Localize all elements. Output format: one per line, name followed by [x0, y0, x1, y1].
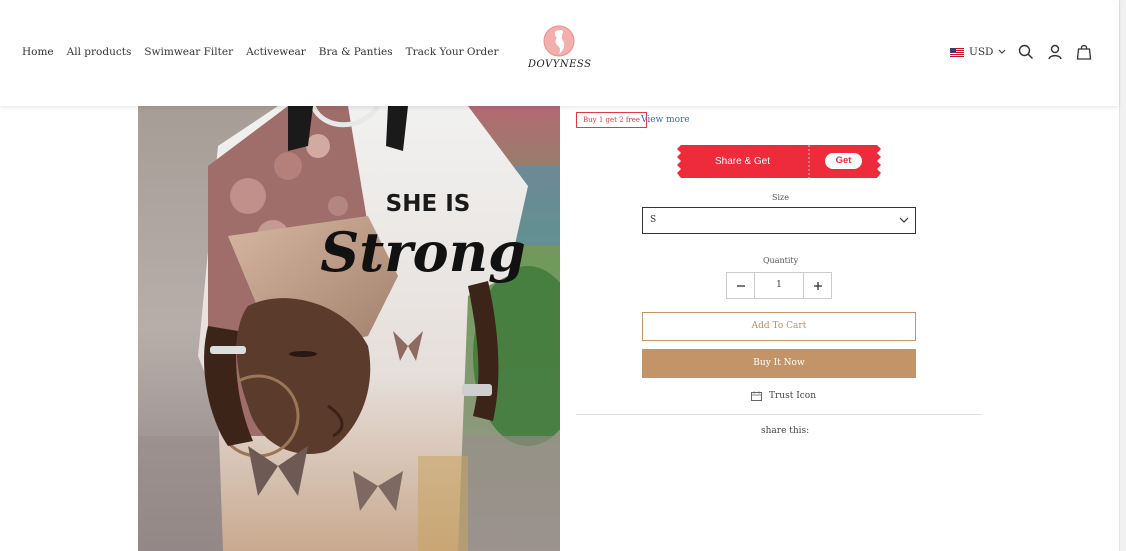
get-button[interactable]: Get [825, 153, 862, 169]
product-image[interactable]: SHE IS Strong [138, 106, 560, 551]
page-scrollbar[interactable] [1119, 0, 1126, 551]
main-nav: Home All products Swimwear Filter Active… [22, 46, 512, 58]
nav-track-order[interactable]: Track Your Order [406, 46, 499, 58]
plus-icon [813, 281, 822, 290]
quantity-label: Quantity [763, 256, 799, 265]
currency-selector[interactable]: USD [950, 46, 1006, 58]
share-and-get-banner[interactable]: Share & Get Get [677, 145, 881, 178]
size-label: Size [772, 193, 789, 202]
quantity-input[interactable]: 1 [754, 273, 804, 298]
minus-icon [736, 284, 745, 287]
trust-label: Trust Icon [769, 391, 817, 401]
chevron-down-icon [999, 49, 1006, 54]
trust-image-icon [751, 391, 762, 401]
dress-print-text-main: Strong [320, 220, 525, 284]
size-selected-value: S [650, 215, 657, 225]
account-icon[interactable] [1047, 44, 1063, 60]
add-to-cart-button[interactable]: Add To Cart [642, 312, 916, 341]
trust-badge: Trust Icon [751, 391, 816, 401]
size-select[interactable]: S [642, 207, 916, 234]
nav-swimwear-filter[interactable]: Swimwear Filter [144, 46, 233, 58]
cart-bag-icon[interactable] [1076, 44, 1092, 60]
nav-activewear[interactable]: Activewear [246, 46, 306, 58]
share-and-get-label: Share & Get [714, 156, 771, 167]
currency-label: USD [969, 46, 994, 58]
quantity-increase-button[interactable] [804, 273, 831, 298]
dress-print-text-top: SHE IS [386, 191, 471, 217]
brand-name: DOVYNESS [528, 59, 592, 70]
buy-it-now-button[interactable]: Buy It Now [642, 349, 916, 378]
nav-home[interactable]: Home [22, 46, 54, 58]
site-header: Home All products Swimwear Filter Active… [0, 0, 1119, 106]
search-icon[interactable] [1018, 44, 1034, 60]
view-more-link[interactable]: View more [641, 115, 690, 125]
section-divider [576, 414, 982, 415]
share-this-label: share this: [761, 426, 810, 436]
chevron-down-icon [899, 217, 909, 223]
quantity-decrease-button[interactable] [727, 273, 754, 298]
brand-logo[interactable]: DOVYNESS [528, 24, 592, 76]
brand-logo-icon [543, 25, 575, 57]
nav-all-products[interactable]: All products [67, 46, 132, 58]
nav-bra-panties[interactable]: Bra & Panties [319, 46, 393, 58]
promo-badge: Buy 1 get 2 free [576, 112, 648, 128]
quantity-stepper: 1 [726, 272, 832, 299]
us-flag-icon [950, 47, 964, 57]
product-photo: SHE IS Strong [138, 106, 560, 551]
